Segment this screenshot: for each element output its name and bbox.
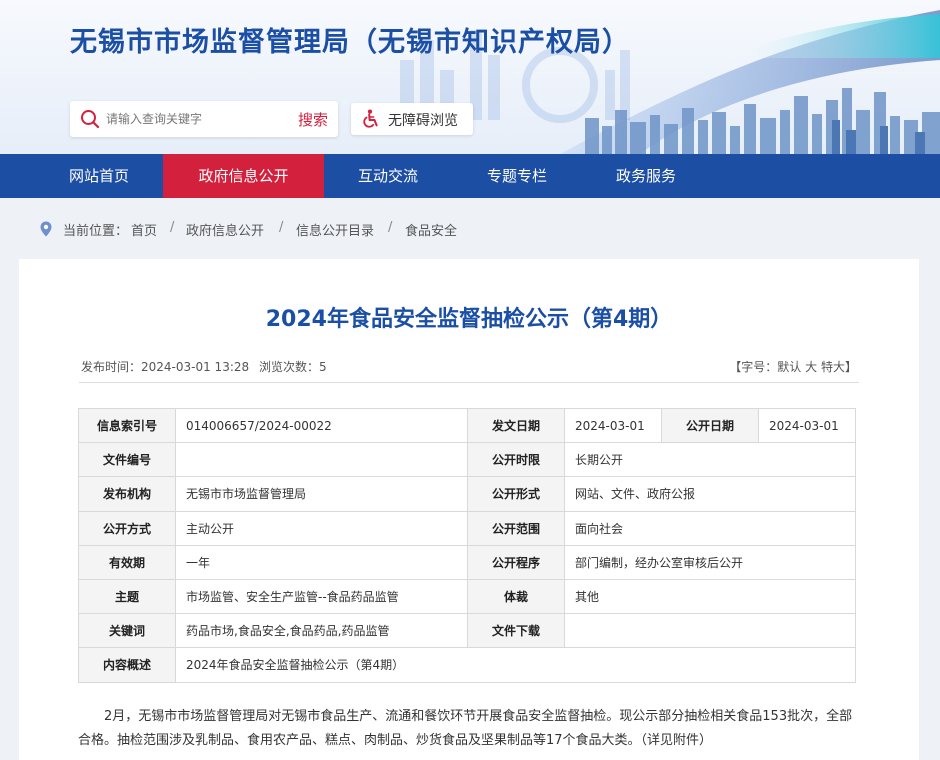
table-row: 公开方式 主动公开 公开范围 面向社会	[78, 510, 856, 546]
article-card: 2024年食品安全监督抽检公示（第4期） 发布时间：2024-03-01 13:…	[19, 259, 919, 760]
table-label: 有效期	[78, 544, 176, 580]
breadcrumb-food-safety[interactable]: 食品安全	[405, 220, 457, 239]
font-size-default[interactable]: 默认	[777, 360, 801, 374]
site-header: 无锡市市场监督管理局（无锡市知识产权局） 搜索 无障碍浏览	[0, 0, 940, 154]
article-meta: 发布时间：2024-03-01 13:28 浏览次数：5	[81, 358, 333, 375]
article-title: 2024年食品安全监督抽检公示（第4期）	[265, 307, 673, 332]
table-value: 药品市场,食品安全,食品药品,药品监管	[175, 613, 468, 649]
font-size-suffix: 】	[844, 360, 857, 374]
accessibility-label: 无障碍浏览	[388, 113, 458, 129]
accessibility-button[interactable]: 无障碍浏览	[351, 103, 473, 135]
table-label: 文件编号	[78, 442, 176, 478]
table-row: 发布机构 无锡市市场监督管理局 公开形式 网站、文件、政府公报	[78, 476, 856, 512]
table-label: 公开形式	[467, 476, 565, 512]
table-row: 文件编号 公开时限 长期公开	[78, 442, 856, 478]
breadcrumb-separator: /	[279, 220, 284, 235]
table-row: 信息索引号 014006657/2024-00022 发文日期 2024-03-…	[78, 407, 856, 444]
table-row: 主题 市场监管、安全生产监管--食品药品监管 体裁 其他	[78, 578, 856, 615]
table-label: 公开方式	[78, 510, 176, 546]
table-label: 发文日期	[467, 407, 565, 444]
font-size-switcher: 【字号：默认 大 特大】	[729, 358, 857, 375]
info-table: 信息索引号 014006657/2024-00022 发文日期 2024-03-…	[78, 407, 856, 683]
table-value: 网站、文件、政府公报	[564, 476, 856, 512]
font-size-large[interactable]: 大	[805, 360, 817, 374]
search-icon	[81, 110, 100, 129]
table-value: 其他	[564, 578, 856, 615]
table-value: 部门编制，经办公室审核后公开	[564, 544, 856, 580]
nav-item-home[interactable]: 网站首页	[35, 154, 163, 198]
breadcrumb-separator: /	[170, 220, 175, 235]
nav-item-services[interactable]: 政务服务	[582, 154, 710, 198]
search-input[interactable]	[106, 109, 296, 129]
publish-time: 发布时间：2024-03-01 13:28	[81, 360, 250, 374]
breadcrumb-separator: /	[388, 220, 393, 235]
font-size-xlarge[interactable]: 特大	[821, 360, 845, 374]
table-label: 公开日期	[661, 407, 759, 444]
table-label: 信息索引号	[78, 407, 176, 444]
font-size-prefix: 【字号：	[729, 360, 778, 374]
table-value: 主动公开	[175, 510, 468, 546]
nav-item-gov-info[interactable]: 政府信息公开	[163, 154, 324, 198]
table-label: 体裁	[467, 578, 565, 615]
table-value: 无锡市市场监督管理局	[175, 476, 468, 512]
location-pin-icon	[40, 221, 52, 237]
table-row: 关键词 药品市场,食品安全,食品药品,药品监管 文件下载	[78, 613, 856, 649]
article-body: 2月，无锡市市场监督管理局对无锡市食品生产、流通和餐饮环节开展食品安全监督抽检。…	[78, 709, 853, 748]
site-title: 无锡市市场监督管理局（无锡市知识产权局）	[70, 27, 630, 58]
table-label: 公开范围	[467, 510, 565, 546]
table-value: 2024-03-01	[564, 407, 662, 444]
table-value	[175, 442, 468, 478]
table-label: 发布机构	[78, 476, 176, 512]
table-label: 公开程序	[467, 544, 565, 580]
search-box: 搜索	[70, 101, 338, 137]
wheelchair-icon	[363, 109, 378, 128]
breadcrumb-home[interactable]: 首页	[131, 220, 157, 239]
table-value: 014006657/2024-00022	[175, 407, 468, 444]
download-cell	[564, 613, 856, 649]
nav-item-topics[interactable]: 专题专栏	[452, 154, 582, 198]
table-value: 长期公开	[564, 442, 856, 478]
view-count: 浏览次数：5	[258, 360, 327, 374]
table-label: 公开时限	[467, 442, 565, 478]
search-button[interactable]: 搜索	[298, 109, 328, 130]
table-row: 内容概述 2024年食品安全监督抽检公示（第4期）	[78, 647, 856, 683]
divider	[79, 382, 859, 383]
breadcrumb-catalog[interactable]: 信息公开目录	[296, 220, 374, 239]
main-nav: 网站首页 政府信息公开 互动交流 专题专栏 政务服务	[0, 154, 940, 198]
nav-item-interaction[interactable]: 互动交流	[324, 154, 452, 198]
table-value: 一年	[175, 544, 468, 580]
table-value: 市场监管、安全生产监管--食品药品监管	[175, 578, 468, 615]
table-value: 2024年食品安全监督抽检公示（第4期）	[175, 647, 856, 683]
table-label: 关键词	[78, 613, 176, 649]
table-row: 有效期 一年 公开程序 部门编制，经办公室审核后公开	[78, 544, 856, 580]
table-label: 主题	[78, 578, 176, 615]
breadcrumb-gov-info[interactable]: 政府信息公开	[186, 220, 264, 239]
table-value: 面向社会	[564, 510, 856, 546]
breadcrumb-prefix: 当前位置：	[63, 224, 129, 239]
table-label: 文件下载	[467, 613, 565, 649]
table-value: 2024-03-01	[758, 407, 856, 444]
table-label: 内容概述	[78, 647, 176, 683]
